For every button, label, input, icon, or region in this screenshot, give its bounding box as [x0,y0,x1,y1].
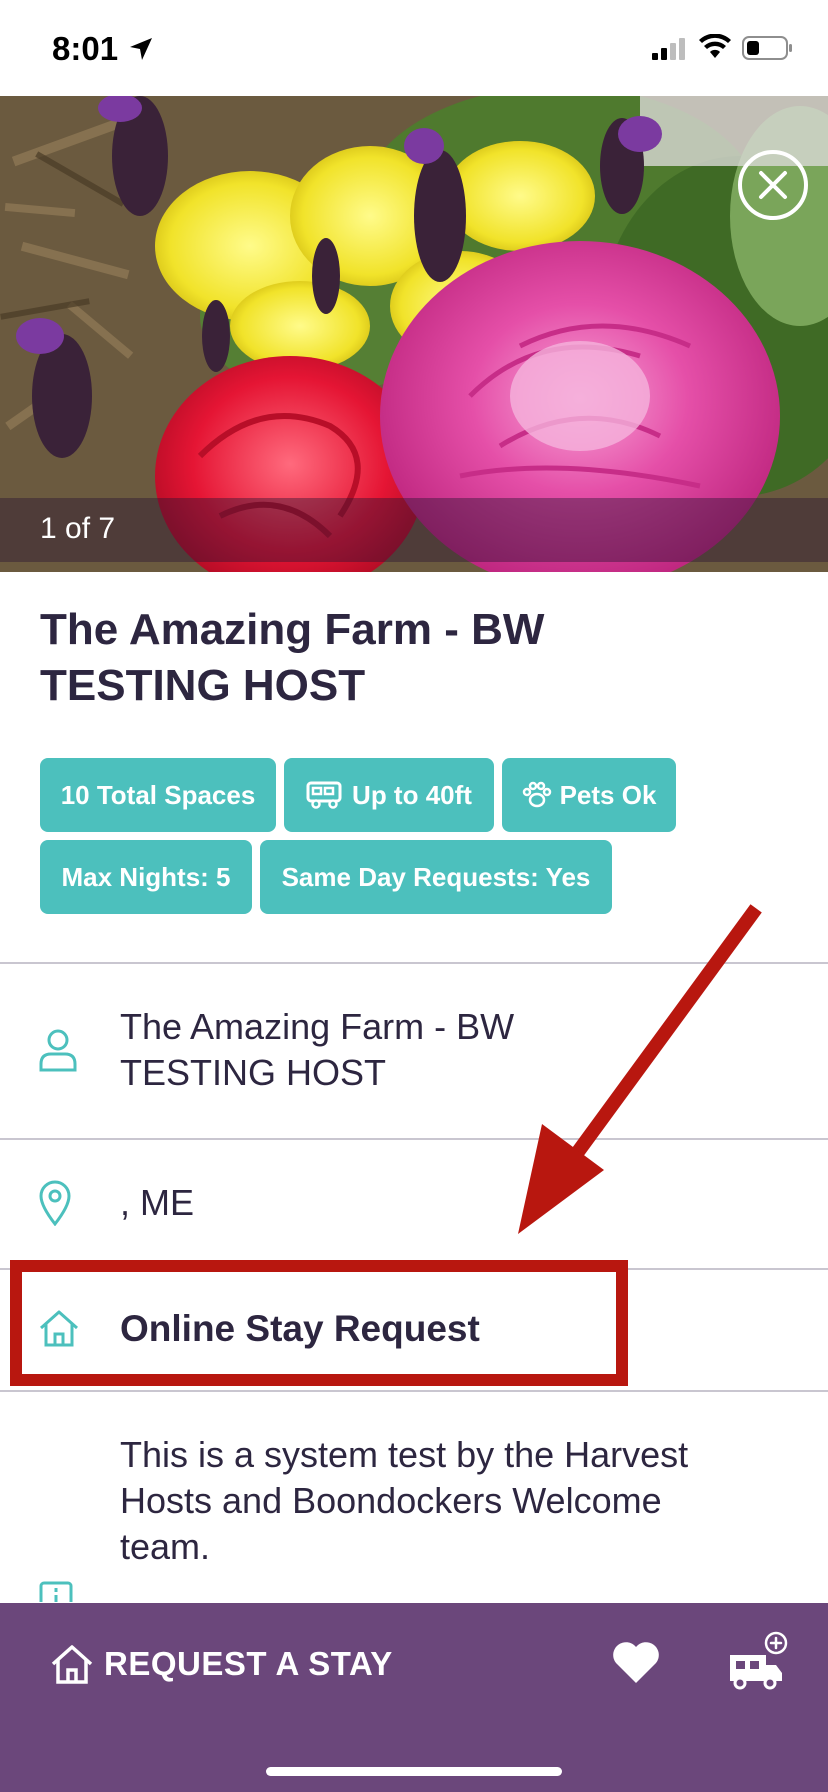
chip-rv-length: Up to 40ft [284,758,494,832]
description-text: This is a system test by the Harvest Hos… [120,1434,689,1567]
cellular-signal-icon [652,38,685,60]
photo-counter-bar: 1 of 7 [0,498,828,562]
location-pin-icon [39,1180,71,1226]
rv-icon [306,781,342,809]
chip-total-spaces: 10 Total Spaces [40,758,276,832]
chip-same-day: Same Day Requests: Yes [260,840,612,914]
chip-label: Same Day Requests: Yes [281,861,591,892]
favorite-heart-icon[interactable] [610,1639,662,1685]
battery-icon [742,36,792,60]
home-indicator [266,1767,562,1776]
house-icon [51,1645,93,1684]
paw-icon [522,781,551,808]
divider [0,1390,828,1392]
divider [0,1138,828,1140]
annotation-highlight-box [10,1260,628,1386]
bottom-action-bar: REQUEST A STAY [0,1603,828,1792]
close-icon [759,171,787,199]
chip-label: Max Nights: 5 [61,861,231,892]
add-rv-icon[interactable] [726,1631,790,1695]
hero-photo[interactable]: 1 of 7 [0,96,828,572]
wifi-icon [699,34,731,58]
chip-pets: Pets Ok [502,758,676,832]
photo-counter: 1 of 7 [40,512,116,545]
chip-label: Up to 40ft [352,779,472,810]
status-time: 8:01 [52,30,119,67]
person-icon [39,1029,77,1072]
chip-label: Pets Ok [559,779,657,810]
chip-max-nights: Max Nights: 5 [40,840,252,914]
status-bar: 8:01 [0,0,828,96]
close-button[interactable] [738,150,808,220]
request-stay-label: REQUEST A STAY [104,1645,393,1682]
info-icon [39,1581,73,1602]
host-name: The Amazing Farm - BW TESTING HOST [120,1006,515,1093]
divider [0,962,828,964]
chip-label: 10 Total Spaces [60,779,256,810]
location-text: , ME [120,1182,195,1223]
location-arrow-icon [130,38,152,60]
listing-title: The Amazing Farm - BW TESTING HOST [40,605,545,710]
request-stay-button[interactable]: REQUEST A STAY [50,1643,393,1685]
